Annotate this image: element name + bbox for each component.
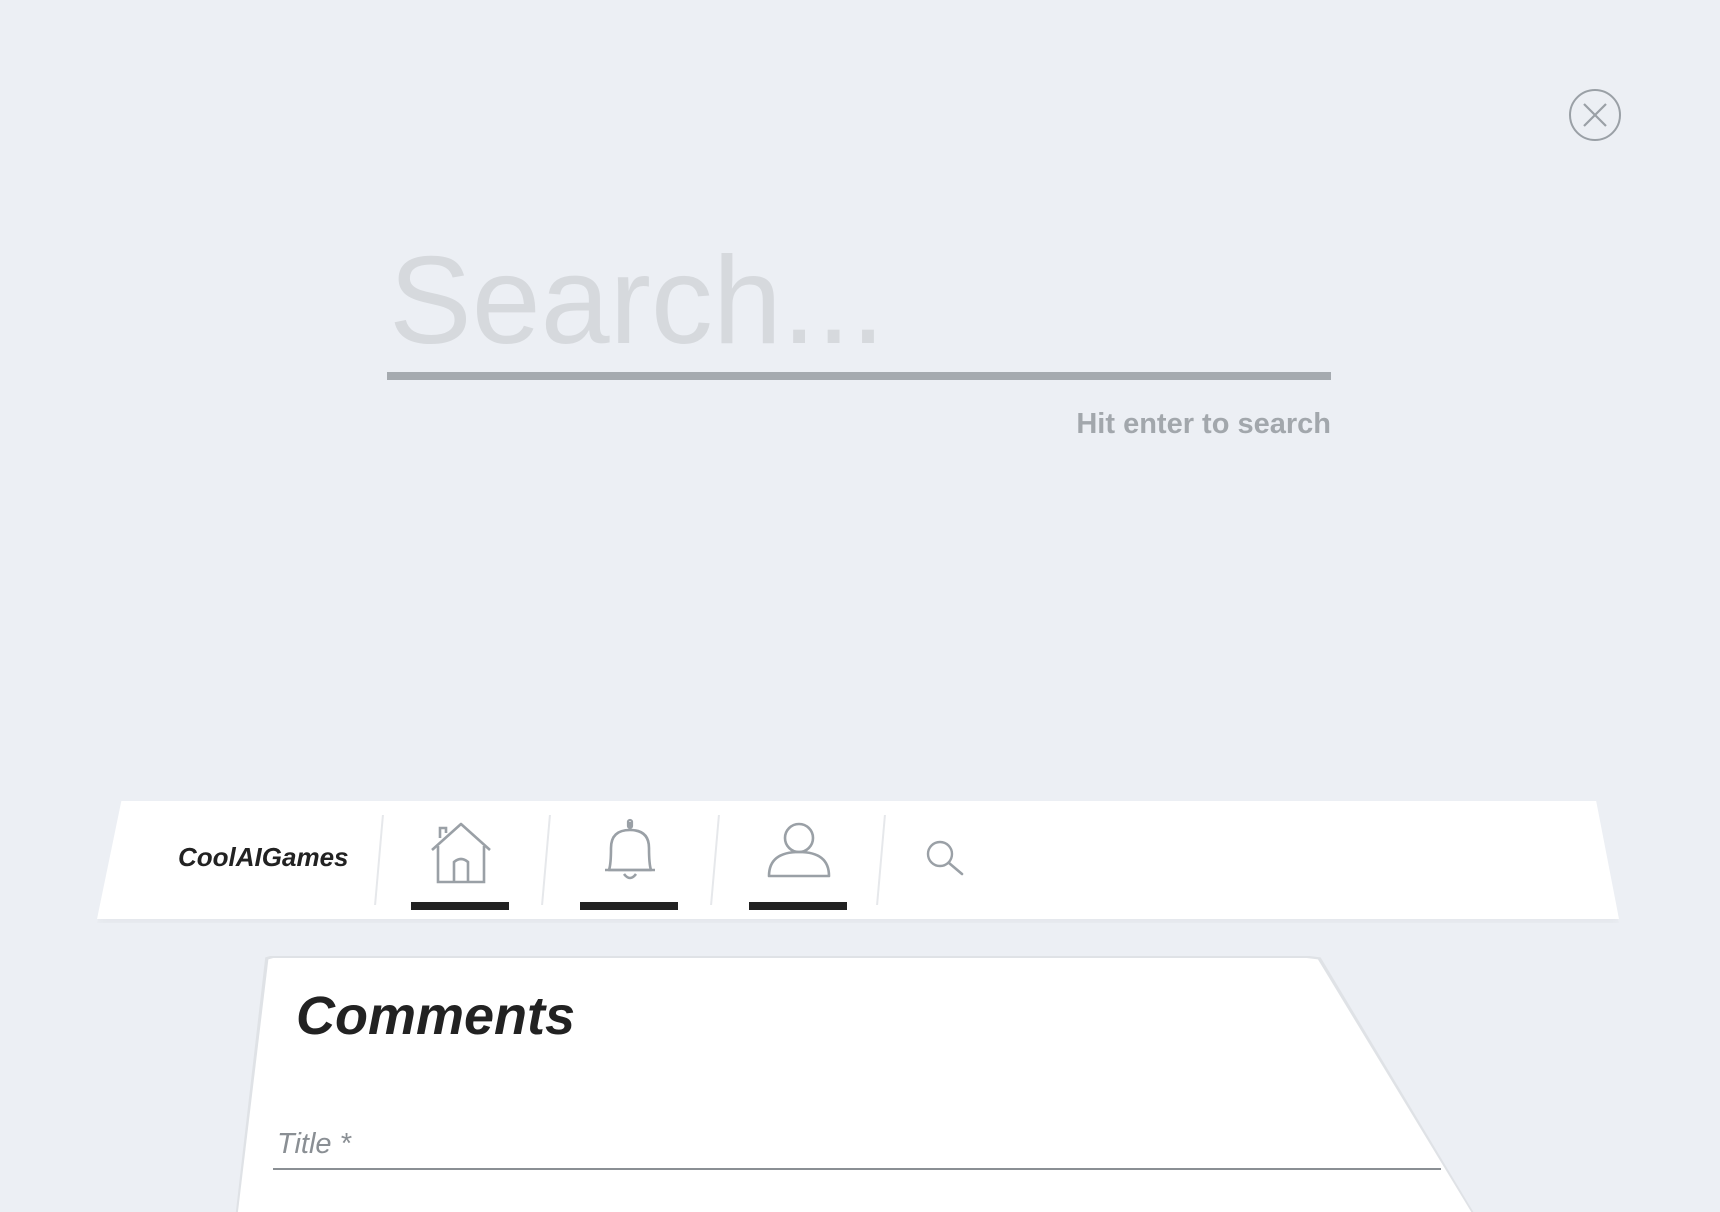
- nav-active-indicator: [411, 902, 509, 910]
- brand-logo[interactable]: CoolAIGames: [178, 842, 349, 873]
- user-icon: [767, 822, 831, 878]
- search-input[interactable]: [387, 230, 1331, 380]
- nav-item-notifications[interactable]: [580, 818, 680, 910]
- bell-icon: [605, 818, 655, 880]
- home-icon: [431, 822, 491, 884]
- nav-active-indicator: [580, 902, 678, 910]
- close-icon: [1583, 103, 1607, 127]
- page: Hit enter to search CoolAIGames: [0, 0, 1720, 1212]
- nav-search-button[interactable]: [924, 838, 964, 878]
- nav-item-home[interactable]: [411, 818, 511, 910]
- close-search-button[interactable]: [1569, 89, 1621, 141]
- comment-title-field[interactable]: [273, 1120, 1441, 1170]
- search-hint: Hit enter to search: [1076, 408, 1331, 440]
- search-icon: [926, 840, 964, 876]
- comments-heading: Comments: [296, 986, 576, 1046]
- search-overlay: Hit enter to search: [387, 230, 1331, 440]
- nav-active-indicator: [749, 902, 847, 910]
- nav-item-profile[interactable]: [749, 818, 849, 910]
